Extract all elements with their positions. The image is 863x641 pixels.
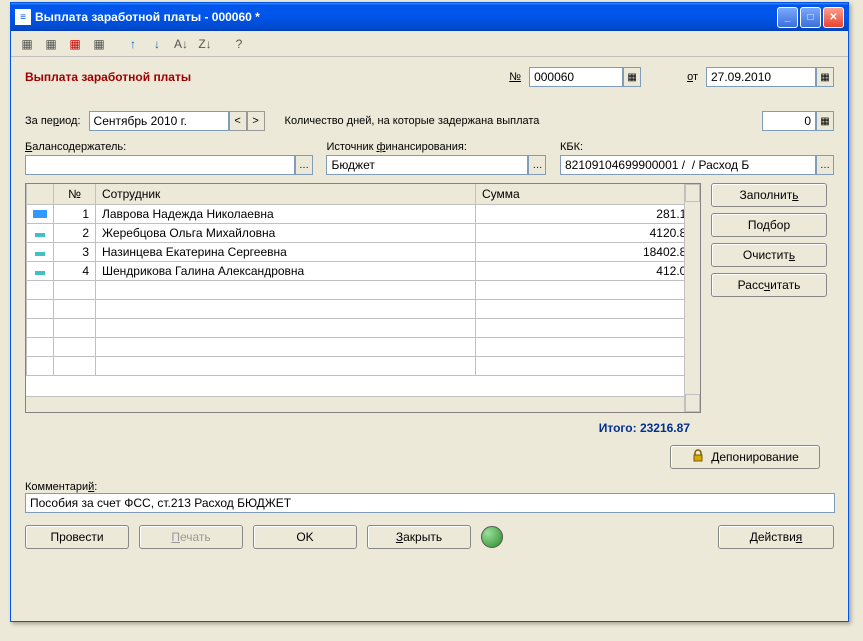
finance-source-label: Источник финансирования: bbox=[326, 141, 548, 153]
delay-label: Количество дней, на которые задержана вы… bbox=[285, 115, 540, 127]
cell-employee[interactable]: Жеребцова Ольга Михайловна bbox=[96, 223, 476, 242]
date-label: от bbox=[687, 71, 698, 83]
balance-holder-input[interactable] bbox=[25, 155, 295, 175]
finance-source-picker-icon[interactable]: … bbox=[528, 155, 546, 175]
table-row[interactable]: 4Шендрикова Галина Александровна412.08 bbox=[27, 261, 700, 280]
table-row[interactable] bbox=[27, 280, 700, 299]
post-button[interactable]: Провести bbox=[25, 525, 129, 549]
actions-button[interactable]: Действия bbox=[718, 525, 834, 549]
number-input[interactable] bbox=[529, 67, 623, 87]
delay-input[interactable] bbox=[762, 111, 816, 131]
app-window: ≡ Выплата заработной платы - 000060 * _ … bbox=[10, 2, 849, 622]
grid-header-row: № Сотрудник Сумма bbox=[27, 184, 700, 204]
col-marker[interactable] bbox=[27, 184, 54, 204]
total-row: Итого: 23216.87 bbox=[25, 421, 690, 435]
cell-num[interactable]: 4 bbox=[54, 261, 96, 280]
number-label: № bbox=[509, 71, 521, 83]
row-marker-icon bbox=[33, 210, 47, 218]
total-value: 23216.87 bbox=[640, 421, 690, 435]
period-label: За период: bbox=[25, 115, 81, 127]
toolbar-delete-icon[interactable]: ▦ bbox=[65, 34, 85, 54]
table-row[interactable]: 1Лаврова Надежда Николаевна281.10 bbox=[27, 204, 700, 223]
horizontal-scrollbar[interactable] bbox=[26, 396, 684, 412]
balance-holder-label: Балансодержатель: bbox=[25, 141, 314, 153]
close-form-button[interactable]: Закрыть bbox=[367, 525, 471, 549]
calc-button[interactable]: Рассчитать bbox=[711, 273, 827, 297]
kbk-input[interactable] bbox=[560, 155, 816, 175]
cell-amount[interactable]: 412.08 bbox=[476, 261, 700, 280]
toolbar-help-icon[interactable]: ? bbox=[229, 34, 249, 54]
close-button[interactable]: ✕ bbox=[823, 7, 844, 28]
cell-amount[interactable]: 281.10 bbox=[476, 204, 700, 223]
toolbar-sort-desc-icon[interactable]: Z↓ bbox=[195, 34, 215, 54]
period-prev-button[interactable]: < bbox=[229, 111, 247, 131]
cell-employee[interactable]: Лаврова Надежда Николаевна bbox=[96, 204, 476, 223]
table-row[interactable] bbox=[27, 299, 700, 318]
print-button[interactable]: Печать bbox=[139, 525, 243, 549]
toolbar-sort-asc-icon[interactable]: A↓ bbox=[171, 34, 191, 54]
fill-button[interactable]: Заполнить bbox=[711, 183, 827, 207]
document-icon: ≡ bbox=[15, 9, 31, 25]
period-input[interactable] bbox=[89, 111, 229, 131]
date-picker-icon[interactable]: ▦ bbox=[816, 67, 834, 87]
minimize-button[interactable]: _ bbox=[777, 7, 798, 28]
table-row[interactable]: 2Жеребцова Ольга Михайловна4120.82 bbox=[27, 223, 700, 242]
toolbar-grid-icon[interactable]: ▦ bbox=[17, 34, 37, 54]
finance-source-input[interactable] bbox=[326, 155, 528, 175]
row-marker-icon bbox=[35, 252, 45, 256]
number-picker-icon[interactable]: ▦ bbox=[623, 67, 641, 87]
side-buttons: Заполнить Подбор Очистить Рассчитать bbox=[711, 183, 827, 413]
vertical-scrollbar[interactable] bbox=[684, 184, 700, 412]
deposit-button[interactable]: Депонирование bbox=[670, 445, 820, 469]
window-controls: _ □ ✕ bbox=[777, 7, 844, 28]
kbk-label: КБК: bbox=[560, 141, 834, 153]
col-num[interactable]: № bbox=[54, 184, 96, 204]
toolbar-down-icon[interactable]: ↓ bbox=[147, 34, 167, 54]
employee-grid[interactable]: № Сотрудник Сумма 1Лаврова Надежда Никол… bbox=[25, 183, 701, 413]
comment-label: Комментарий: bbox=[25, 481, 834, 493]
total-label: Итого: bbox=[599, 421, 637, 435]
window-title: Выплата заработной платы - 000060 * bbox=[35, 10, 777, 24]
col-employee[interactable]: Сотрудник bbox=[96, 184, 476, 204]
table-row[interactable] bbox=[27, 318, 700, 337]
date-input[interactable] bbox=[706, 67, 816, 87]
titlebar: ≡ Выплата заработной платы - 000060 * _ … bbox=[11, 3, 848, 31]
cell-employee[interactable]: Шендрикова Галина Александровна bbox=[96, 261, 476, 280]
cell-amount[interactable]: 18402.87 bbox=[476, 242, 700, 261]
toolbar: ▦ ▦ ▦ ▦ ↑ ↓ A↓ Z↓ ? bbox=[11, 31, 848, 57]
comment-input[interactable] bbox=[25, 493, 835, 513]
ok-button[interactable]: OK bbox=[253, 525, 357, 549]
cell-num[interactable]: 3 bbox=[54, 242, 96, 261]
row-marker-icon bbox=[35, 233, 45, 237]
toolbar-up-icon[interactable]: ↑ bbox=[123, 34, 143, 54]
cell-amount[interactable]: 4120.82 bbox=[476, 223, 700, 242]
period-next-button[interactable]: > bbox=[247, 111, 265, 131]
form-content: Выплата заработной платы № ▦ от ▦ За пер… bbox=[11, 57, 848, 559]
table-row[interactable] bbox=[27, 337, 700, 356]
table-row[interactable]: 3Назинцева Екатерина Сергеевна18402.87 bbox=[27, 242, 700, 261]
kbk-picker-icon[interactable]: … bbox=[816, 155, 834, 175]
table-row[interactable] bbox=[27, 356, 700, 375]
clear-button[interactable]: Очистить bbox=[711, 243, 827, 267]
lock-icon bbox=[691, 449, 705, 466]
toolbar-grid2-icon[interactable]: ▦ bbox=[41, 34, 61, 54]
toolbar-grid3-icon[interactable]: ▦ bbox=[89, 34, 109, 54]
row-marker-icon bbox=[35, 271, 45, 275]
bottom-buttons: Провести Печать OK Закрыть Действия bbox=[25, 525, 834, 549]
balance-holder-picker-icon[interactable]: … bbox=[295, 155, 313, 175]
cell-employee[interactable]: Назинцева Екатерина Сергеевна bbox=[96, 242, 476, 261]
col-amount[interactable]: Сумма bbox=[476, 184, 700, 204]
maximize-button[interactable]: □ bbox=[800, 7, 821, 28]
globe-icon[interactable] bbox=[481, 526, 503, 548]
cell-num[interactable]: 1 bbox=[54, 204, 96, 223]
delay-picker-icon[interactable]: ▦ bbox=[816, 111, 834, 131]
pick-button[interactable]: Подбор bbox=[711, 213, 827, 237]
form-title: Выплата заработной платы bbox=[25, 70, 191, 84]
deposit-label: Депонирование bbox=[711, 450, 799, 464]
cell-num[interactable]: 2 bbox=[54, 223, 96, 242]
